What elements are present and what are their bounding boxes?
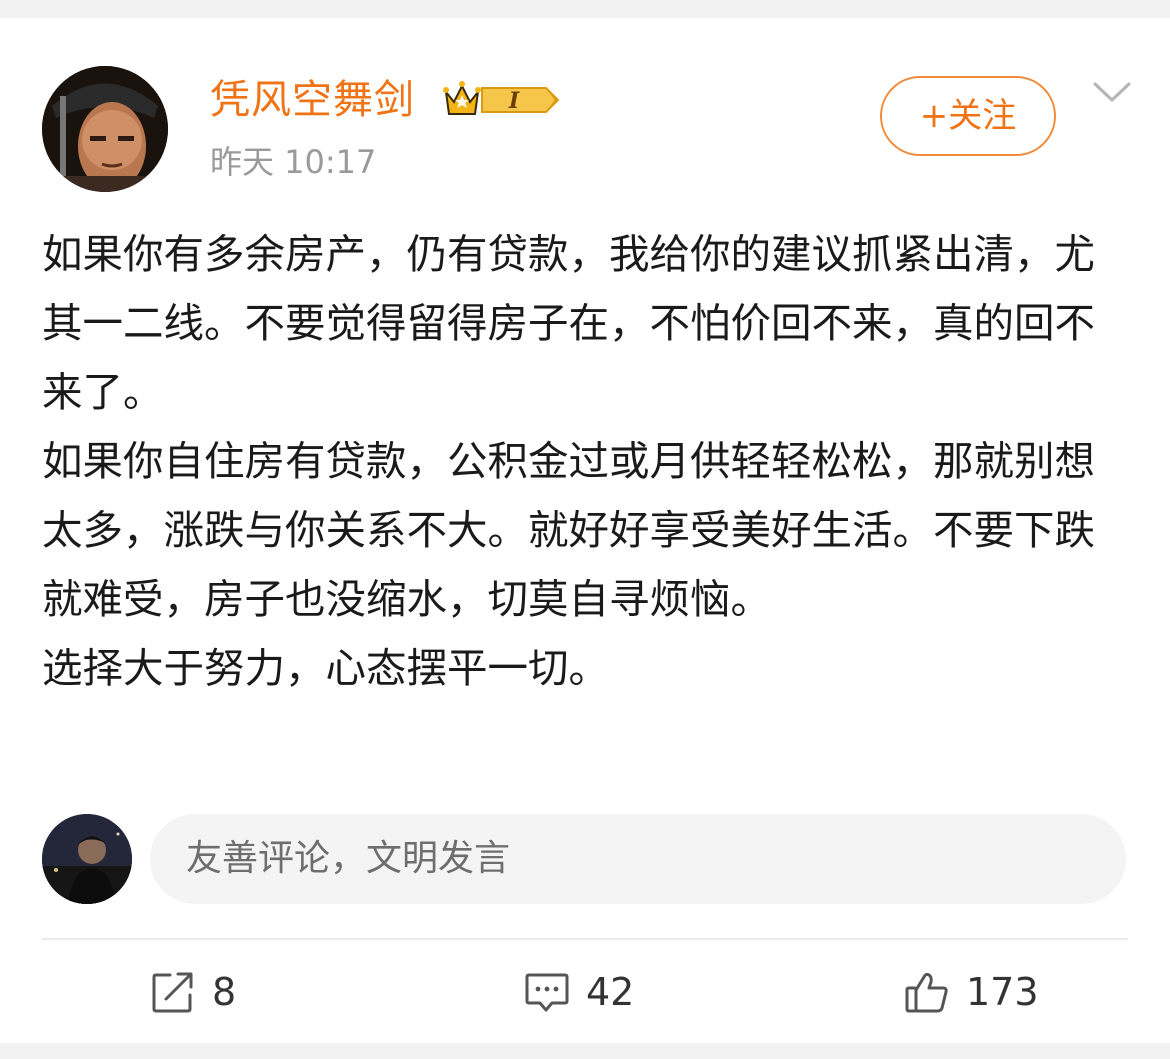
like-count: 173	[966, 970, 1039, 1014]
thumbs-up-icon	[905, 972, 948, 1013]
comment-button[interactable]: 42	[524, 964, 634, 1020]
divider	[42, 938, 1128, 940]
like-button[interactable]: 173	[904, 964, 1039, 1020]
post-paragraph: 如果你自住房有贷款，公积金过或月供轻轻松松，那就别想太多，涨跌与你关系不大。就好…	[42, 437, 1095, 623]
user-avatar-icon	[42, 814, 132, 904]
follow-button[interactable]: +关注	[880, 76, 1056, 156]
vip-level-text: I	[508, 88, 520, 114]
author-name[interactable]: 凭风空舞剑	[210, 76, 415, 124]
comment-input[interactable]: 友善评论，文明发言	[150, 814, 1126, 904]
repost-icon	[152, 972, 193, 1013]
repost-button[interactable]: 8	[150, 964, 236, 1020]
crown-vip-badge-icon[interactable]: I	[442, 78, 564, 122]
post-paragraph: 选择大于努力，心态摆平一切。	[42, 644, 609, 692]
repost-count: 8	[212, 970, 237, 1014]
chevron-down-icon[interactable]	[1092, 80, 1132, 106]
post-timestamp: 昨天 10:17	[210, 143, 377, 181]
user-avatar-icon	[42, 66, 168, 192]
comment-icon	[525, 973, 569, 1012]
post-paragraph: 如果你有多余房产，仍有贷款，我给你的建议抓紧出清，尤其一二线。不要觉得留得房子在…	[42, 230, 1095, 416]
post-card: 凭风空舞剑 I 昨天 10:17 +关注 如果你有多余房产，仍有贷款，我给你的建…	[0, 18, 1170, 1043]
author-avatar[interactable]	[42, 66, 168, 192]
current-user-avatar	[42, 814, 132, 904]
comment-count: 42	[586, 970, 635, 1014]
post-body: 如果你有多余房产，仍有贷款，我给你的建议抓紧出清，尤其一二线。不要觉得留得房子在…	[42, 220, 1132, 703]
